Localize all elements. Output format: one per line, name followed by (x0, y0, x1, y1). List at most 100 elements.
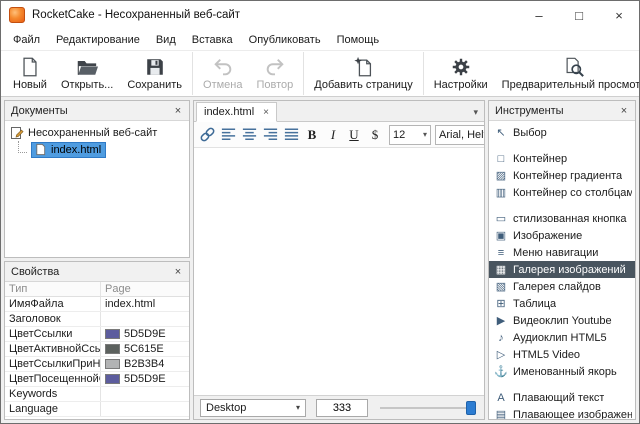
tools-panel-header: Инструменты × (489, 101, 635, 121)
save-button[interactable]: Сохранить (120, 52, 189, 95)
property-value[interactable] (101, 312, 189, 326)
documents-tree: Несохраненный веб-сайт index.html (5, 121, 189, 257)
tool-floating-text[interactable]: AПлавающий текст (489, 389, 635, 406)
tool-group: ↖Выбор (489, 124, 635, 141)
minimize-button[interactable]: – (519, 1, 559, 29)
tree-child-selection[interactable]: index.html (31, 142, 106, 158)
property-value[interactable]: 5C615E (101, 342, 189, 356)
redo-icon (264, 56, 286, 78)
tool-html5-audio[interactable]: ♪Аудиоклип HTML5 (489, 329, 635, 346)
menu-item[interactable]: Редактирование (48, 31, 148, 49)
font-size-select[interactable]: 12 ▾ (389, 125, 431, 145)
tool-label: Видеоклип Youtube (513, 315, 612, 327)
tab-list-dropdown-icon[interactable]: ▾ (473, 107, 484, 121)
tab-close-icon[interactable]: × (263, 107, 269, 118)
viewport-width-slider[interactable] (378, 399, 478, 417)
property-value[interactable] (101, 402, 189, 416)
underline-button[interactable]: U (344, 125, 364, 145)
open-folder-icon (76, 56, 98, 78)
gradient-container-icon: ▨ (494, 169, 508, 182)
property-name: ЦветСсылки (5, 327, 101, 341)
tool-table[interactable]: ⊞Таблица (489, 295, 635, 312)
tool-cursor[interactable]: ↖Выбор (489, 124, 635, 141)
preview-button[interactable]: Предварительный просмотр (495, 52, 640, 95)
property-value[interactable]: B2B3B4 (101, 357, 189, 371)
link-icon[interactable] (197, 125, 217, 145)
app-window: RocketCake - Несохраненный веб-сайт – □ … (0, 0, 640, 424)
tool-named-anchor[interactable]: ⚓Именованный якорь (489, 363, 635, 380)
property-value[interactable]: 5D5D9E (101, 372, 189, 386)
align-left-icon[interactable] (218, 125, 238, 145)
align-right-icon[interactable] (260, 125, 280, 145)
color-swatch (105, 344, 120, 354)
youtube-video-icon: ▶ (494, 314, 508, 327)
tool-youtube-video[interactable]: ▶ Видеоклип Youtube (489, 312, 635, 329)
property-value-text: 5D5D9E (124, 373, 166, 385)
maximize-button[interactable]: □ (559, 1, 599, 29)
settings-gear-icon (450, 56, 472, 78)
property-value[interactable] (101, 387, 189, 401)
device-select-value: Desktop (206, 402, 246, 414)
tool-group: □Контейнер▨Контейнер градиента▥Контейнер… (489, 150, 635, 201)
tool-column-container[interactable]: ▥Контейнер со столбцами (489, 184, 635, 201)
bold-button[interactable]: B (302, 125, 322, 145)
page-icon (34, 143, 47, 156)
tool-container[interactable]: □Контейнер (489, 150, 635, 167)
menu-item[interactable]: Вид (148, 31, 184, 49)
toolbar-button-label: Предварительный просмотр (502, 79, 640, 91)
tool-gradient-container[interactable]: ▨Контейнер градиента (489, 167, 635, 184)
properties-panel-close-icon[interactable]: × (170, 264, 186, 279)
property-name: Language (5, 402, 101, 416)
properties-panel-title: Свойства (11, 266, 170, 278)
italic-button-glyph: I (331, 127, 335, 143)
tool-label: Таблица (513, 298, 556, 310)
menu-item[interactable]: Опубликовать (241, 31, 329, 49)
close-button[interactable]: × (599, 1, 639, 29)
tool-slideshow-gallery[interactable]: ▧Галерея слайдов (489, 278, 635, 295)
tab-index-html[interactable]: index.html × (196, 102, 277, 122)
font-family-select[interactable]: Arial, Helvetic ▾ (435, 125, 484, 145)
property-value[interactable]: 5D5D9E (101, 327, 189, 341)
html5-audio-icon: ♪ (494, 332, 508, 344)
toolbar-button-label: Настройки (434, 79, 488, 91)
tree-child-item[interactable]: index.html (7, 141, 187, 158)
menu-item[interactable]: Помощь (329, 31, 388, 49)
dollar-button-glyph: $ (372, 127, 379, 143)
viewport-width-input[interactable] (316, 399, 368, 417)
dollar-button[interactable]: $ (365, 125, 385, 145)
italic-button[interactable]: I (323, 125, 343, 145)
tool-label: Именованный якорь (513, 366, 617, 378)
new-document-button[interactable]: Новый (6, 52, 54, 95)
tools-panel-close-icon[interactable]: × (616, 103, 632, 118)
tree-child-label: index.html (51, 144, 101, 156)
tool-floating-image[interactable]: ▤Плавающее изображение (489, 406, 635, 419)
menu-item[interactable]: Файл (5, 31, 48, 49)
main-area: Документы × Несохраненный веб-сайт index… (1, 97, 639, 423)
properties-panel-header: Свойства × (5, 262, 189, 282)
documents-panel-header: Документы × (5, 101, 189, 121)
undo-button: Отмена (196, 52, 249, 95)
align-center-icon[interactable] (239, 125, 259, 145)
tool-nav-menu[interactable]: ≡Меню навигации (489, 244, 635, 261)
documents-panel-close-icon[interactable]: × (170, 103, 186, 118)
add-page-button[interactable]: Добавить страницу (307, 52, 419, 95)
settings-gear-button[interactable]: Настройки (427, 52, 495, 95)
property-value[interactable]: index.html (101, 297, 189, 311)
tool-image-gallery[interactable]: ▦Галерея изображений (489, 261, 635, 278)
tool-styled-button[interactable]: ▭стилизованная кнопка (489, 210, 635, 227)
toolbar-button-label: Повтор (256, 79, 293, 91)
chevron-down-icon: ▾ (423, 130, 427, 139)
tree-root-item[interactable]: Несохраненный веб-сайт (7, 124, 187, 141)
menu-item[interactable]: Вставка (184, 31, 241, 49)
tool-image[interactable]: ▣Изображение (489, 227, 635, 244)
page-canvas[interactable] (194, 148, 484, 395)
open-folder-button[interactable]: Открыть... (54, 52, 120, 95)
toolbar-button-label: Новый (13, 79, 47, 91)
viewport-slider-thumb[interactable] (466, 401, 476, 415)
property-value-text: B2B3B4 (124, 358, 164, 370)
device-select[interactable]: Desktop ▾ (200, 399, 306, 417)
tool-html5-video[interactable]: ▷HTML5 Video (489, 346, 635, 363)
image-gallery-icon: ▦ (494, 263, 508, 276)
tool-group: ▭стилизованная кнопка▣Изображение≡Меню н… (489, 210, 635, 380)
align-justify-icon[interactable] (281, 125, 301, 145)
